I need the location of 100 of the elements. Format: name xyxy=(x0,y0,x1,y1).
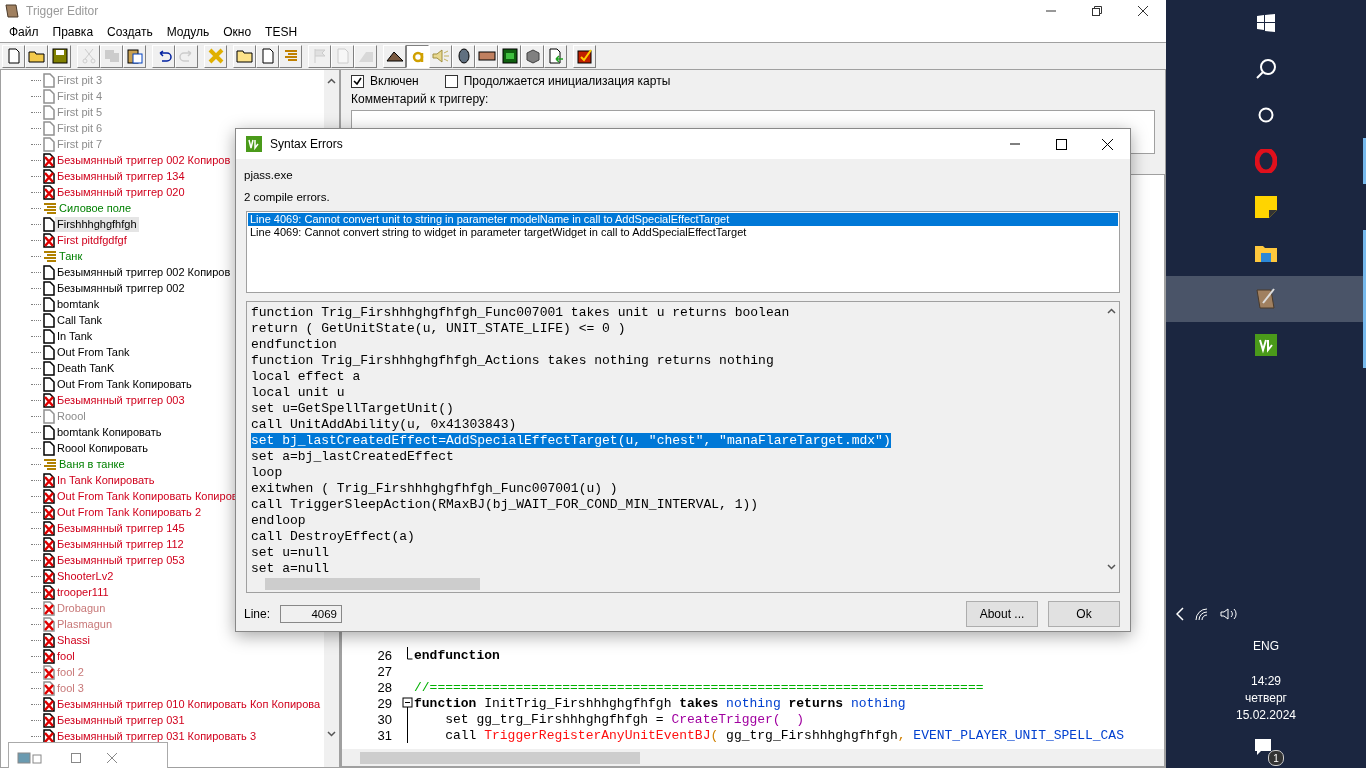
comment-label: Комментарий к триггеру: xyxy=(350,92,490,106)
menu-item[interactable]: Правка xyxy=(45,25,101,39)
document-icon xyxy=(43,440,55,456)
line-number: 29 xyxy=(376,695,393,711)
chevron-down-icon[interactable] xyxy=(1107,564,1116,570)
crossed-document-icon xyxy=(43,584,55,600)
tree-item[interactable]: Безымянный триггер 053 xyxy=(55,552,187,568)
tree-item[interactable]: Roool Копировать xyxy=(55,440,151,456)
dialog-button[interactable]: Ok xyxy=(1048,601,1120,627)
letter-o-icon xyxy=(1255,149,1277,173)
tree-item[interactable]: trooper111 xyxy=(55,584,111,600)
tree-item[interactable]: Безымянный триггер 031 xyxy=(55,712,187,728)
document-icon xyxy=(43,104,55,120)
scrollbar[interactable] xyxy=(342,749,1164,766)
code-line: set u=null xyxy=(251,545,329,560)
panel-icon xyxy=(477,50,496,62)
tree-item[interactable]: Firshhhghgfhfgh xyxy=(55,216,139,232)
document-icon xyxy=(43,120,55,136)
crossed-document-icon xyxy=(43,664,55,680)
tree-item[interactable]: ShooterLv2 xyxy=(55,568,116,584)
tree-item[interactable]: Out From Tank Копировать xyxy=(55,376,194,392)
wifi-icon[interactable] xyxy=(1194,607,1210,621)
tree-item[interactable]: fool xyxy=(55,648,77,664)
windows-icon xyxy=(1257,14,1275,32)
tree-item[interactable]: Ваня в танке xyxy=(57,456,127,472)
chevron-up-icon[interactable] xyxy=(1107,308,1116,314)
error-item[interactable]: Line 4069: Cannot convert string to widget in parameter targetWidget in call to AddSpecialEffectTarget xyxy=(248,226,1118,239)
line-number: 30 xyxy=(376,711,393,727)
tree-item[interactable]: bomtank xyxy=(55,296,102,312)
collapse-icon[interactable] xyxy=(401,695,413,711)
code-line: endloop xyxy=(251,513,306,528)
search-icon xyxy=(1255,58,1277,80)
monster-face-icon xyxy=(501,48,518,64)
chevron-left-icon[interactable] xyxy=(1176,607,1184,621)
lines-icon xyxy=(43,249,57,263)
document-icon xyxy=(43,280,55,296)
tree-item[interactable]: Силовое поле xyxy=(57,200,134,216)
tree-item[interactable]: In Tank Копировать xyxy=(55,472,157,488)
tree-item[interactable]: Безымянный триггер 002 Копиров xyxy=(55,152,233,168)
tree-item[interactable]: Безымянный триггер 002 Копиров xyxy=(55,264,233,280)
tree-item[interactable]: First pitdfgdfgf xyxy=(55,232,129,248)
scroll-icon xyxy=(4,3,20,19)
error-item[interactable]: Line 4069: Cannot convert unit to string in parameter modelName in call to AddSpecialEffectTarget xyxy=(248,213,1118,226)
code-line: set gg_trg_Firshhhghgfhfgh = CreateTrigger( ) xyxy=(444,711,805,727)
menu-item[interactable]: Создать xyxy=(100,25,160,39)
tree-item[interactable]: Безымянный триггер 134 xyxy=(55,168,187,184)
clock-weekday[interactable]: четверг xyxy=(1245,690,1287,707)
document-icon xyxy=(335,48,350,64)
tree-item[interactable]: Танк xyxy=(57,248,85,264)
crossed-document-icon xyxy=(43,184,55,200)
code-line: set a=null xyxy=(251,561,329,576)
code-line: set u=GetSpellTargetUnit() xyxy=(251,401,454,416)
clipboard-icon xyxy=(126,48,143,64)
code-line: function Trig_Firshhhghgfhfgh_Func007001 takes unit u returns boolean xyxy=(251,305,790,320)
clock-date[interactable]: 15.02.2024 xyxy=(1235,707,1297,724)
code-line: set a=bj_lastCreatedEffect xyxy=(251,449,454,464)
tree-item[interactable]: Shassi xyxy=(55,632,93,648)
tree-item[interactable]: Death TanK xyxy=(55,360,117,376)
menu-item[interactable]: Модуль xyxy=(159,25,217,39)
code-line: endfunction xyxy=(251,337,337,352)
document-icon xyxy=(43,328,55,344)
line-field[interactable]: 4069 xyxy=(280,605,343,623)
tree-item[interactable]: bomtank Копировать xyxy=(55,424,164,440)
close-icon xyxy=(1138,6,1148,16)
tree-item[interactable]: Безымянный триггер 002 xyxy=(55,280,187,296)
scissors-icon xyxy=(81,48,96,64)
crossed-document-icon xyxy=(43,152,55,168)
tree-item[interactable]: Безымянный триггер 112 xyxy=(55,536,186,552)
crossed-document-icon xyxy=(43,392,55,408)
crossed-document-icon xyxy=(43,648,55,664)
tree-item[interactable]: Безымянный триггер 003 xyxy=(55,392,187,408)
chevron-up-icon[interactable] xyxy=(327,78,336,84)
clock-time[interactable]: 14:29 xyxy=(1251,673,1281,690)
tree-item[interactable]: Call Tank xyxy=(55,312,105,328)
checkbox[interactable] xyxy=(444,74,458,88)
tree-item[interactable]: Безымянный триггер 031 Копировать 3 xyxy=(55,728,258,744)
circle-icon xyxy=(1258,107,1274,123)
menu-item[interactable]: TESH xyxy=(258,25,305,39)
speaker-icon[interactable] xyxy=(1220,607,1238,621)
document-icon xyxy=(43,360,55,376)
dialog-button[interactable]: About ... xyxy=(966,601,1038,627)
language-indicator[interactable]: ENG xyxy=(1253,639,1279,653)
notification-icon[interactable] xyxy=(1254,738,1272,756)
checkbox[interactable] xyxy=(351,74,364,88)
checkmark-icon xyxy=(576,48,593,64)
tree-item[interactable]: Out From Tank Копировать 2 xyxy=(55,504,203,520)
tree-item[interactable]: In Tank xyxy=(55,328,95,344)
tree-item[interactable]: Безымянный триггер 145 xyxy=(55,520,187,536)
lines-icon xyxy=(43,457,57,471)
tree-item[interactable]: Out From Tank xyxy=(55,344,132,360)
tree-item[interactable]: Безымянный триггер 010 Копировать Коп Копирова xyxy=(55,696,323,712)
chevron-down-icon[interactable] xyxy=(327,731,336,737)
document-icon xyxy=(260,48,275,64)
crossed-document-icon xyxy=(43,552,55,568)
tree-item[interactable]: Безымянный триггер 020 xyxy=(55,184,187,200)
crossed-document-icon xyxy=(43,232,55,248)
menu-item[interactable]: Файл xyxy=(2,25,46,39)
menu-item[interactable]: Окно xyxy=(216,25,259,39)
minimized-window[interactable] xyxy=(8,742,168,768)
lines-icon xyxy=(282,49,299,63)
